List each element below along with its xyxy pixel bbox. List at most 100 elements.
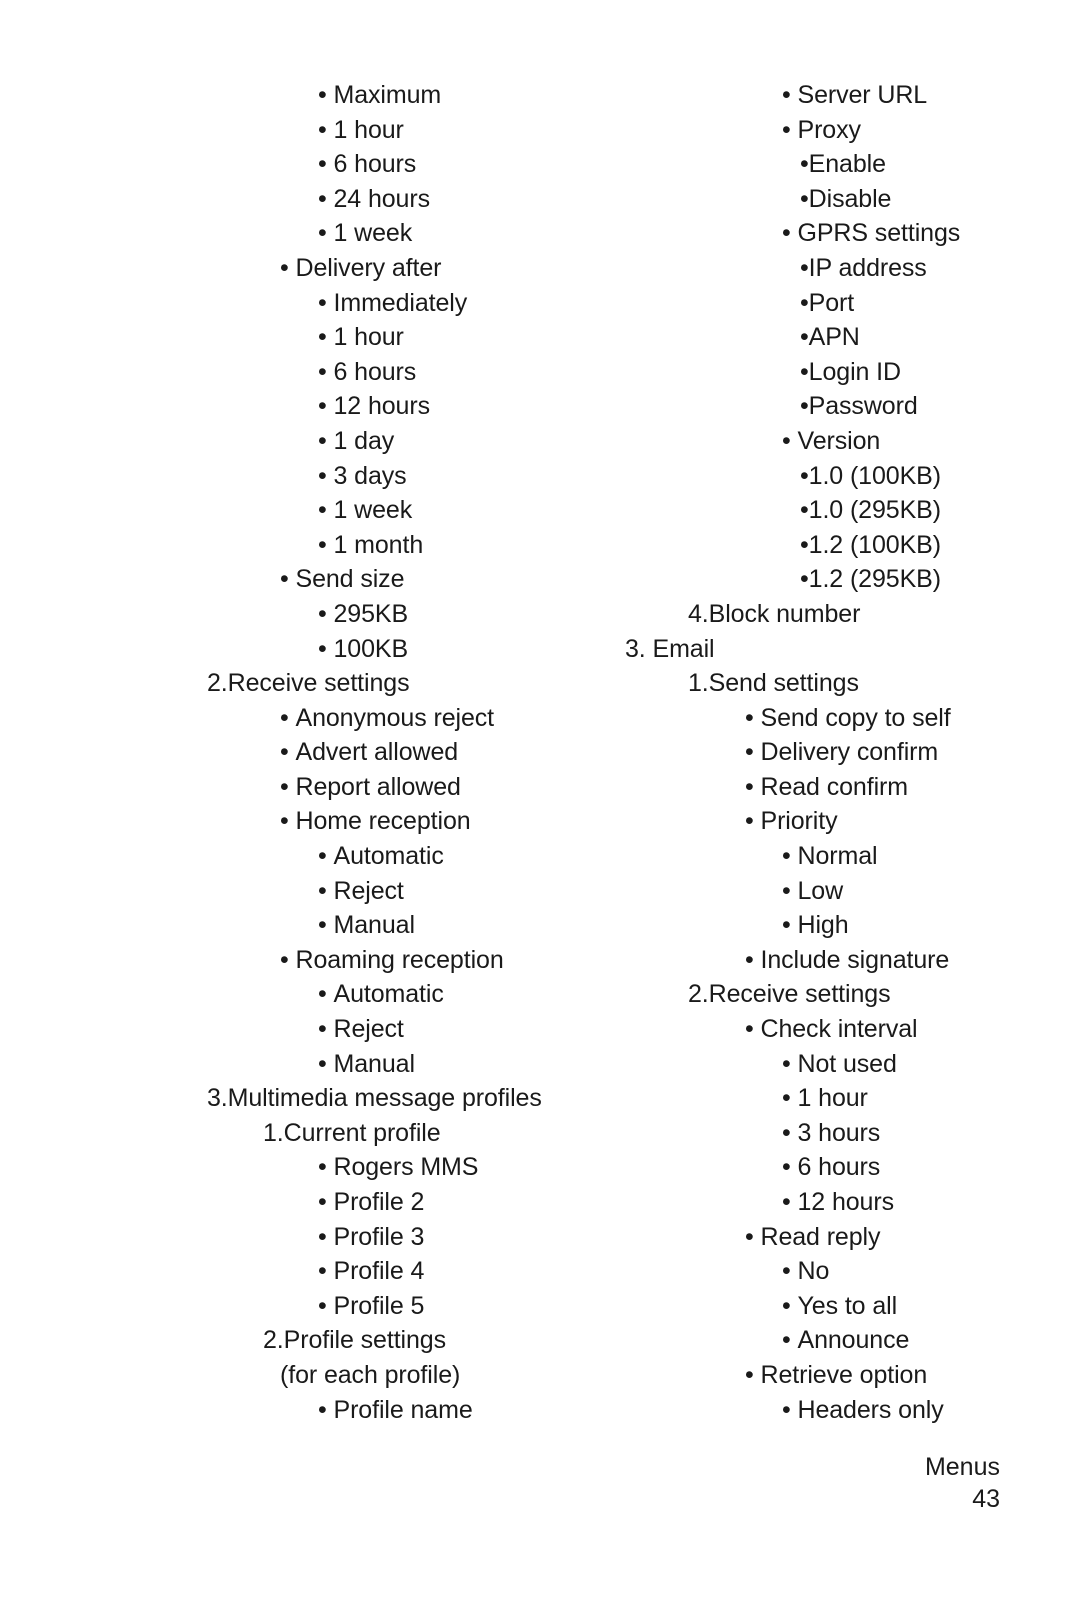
outline-item-label: Login ID [808, 357, 901, 386]
outline-item: 1 hour [600, 1081, 1020, 1116]
outline-item: 2.Receive settings [185, 666, 585, 701]
outline-item-label: Advert allowed [295, 738, 459, 767]
outline-item: Retrieve option [600, 1358, 1020, 1393]
outline-item: 1 hour [185, 320, 585, 355]
outline-item-label: 2.Receive settings [688, 980, 891, 1009]
outline-item-label: High [797, 911, 849, 940]
footer-page-number: 43 [972, 1485, 1000, 1513]
outline-item-label: 1.0 (100KB) [808, 461, 941, 490]
outline-item-label: 2.Profile settings [263, 1326, 447, 1355]
outline-item-label: 100KB [333, 634, 409, 663]
outline-item-label: 3.Multimedia message profiles [207, 1084, 542, 1113]
outline-item-label: Maximum [333, 81, 442, 109]
outline-item: 1 day [185, 424, 585, 459]
outline-item-label: Reject [333, 876, 404, 905]
outline-item: Server URL [600, 78, 1020, 113]
outline-item-label: 1.Current profile [263, 1118, 441, 1147]
outline-item: Profile 2 [185, 1185, 585, 1220]
outline-item-label: 3 days [333, 461, 407, 490]
outline-item: (for each profile) [185, 1358, 585, 1393]
outline-item-label: 6 hours [797, 1153, 881, 1182]
outline-item-label: GPRS settings [797, 219, 961, 248]
outline-item-label: 3. Email [625, 634, 715, 663]
outline-item-label: Read confirm [760, 772, 909, 801]
outline-item-label: Headers only [797, 1395, 944, 1424]
outline-item-label: Low [797, 876, 844, 905]
outline-item: 1 week [185, 493, 585, 528]
outline-item: Manual [185, 908, 585, 943]
outline-item: Password [600, 389, 1020, 424]
outline-item: Send copy to self [600, 701, 1020, 736]
outline-item-label: Report allowed [295, 772, 461, 801]
outline-item-label: IP address [808, 253, 927, 282]
outline-item-label: Manual [333, 1049, 416, 1078]
outline-item-label: 1.2 (295KB) [808, 565, 941, 594]
outline-left-column: Maximum 1 hour 6 hours 24 hours 1 week Delive… [185, 78, 585, 1427]
outline-item: GPRS settings [600, 216, 1020, 251]
outline-item: Profile name [185, 1393, 585, 1428]
outline-item: 6 hours [600, 1150, 1020, 1185]
outline-item: Proxy [600, 113, 1020, 148]
outline-item-label: 12 hours [333, 392, 431, 421]
outline-item: 1.0 (100KB) [600, 459, 1020, 494]
outline-item: 6 hours [185, 147, 585, 182]
outline-item: Profile 4 [185, 1254, 585, 1289]
outline-item: Advert allowed [185, 735, 585, 770]
outline-item: 3.Multimedia message profiles [185, 1081, 585, 1116]
outline-item-label: Disable [808, 184, 892, 213]
outline-item: Read confirm [600, 770, 1020, 805]
outline-item: 1.0 (295KB) [600, 493, 1020, 528]
outline-item-label: 1 week [333, 219, 413, 248]
outline-item-label: Home reception [295, 807, 471, 836]
outline-item: Reject [185, 874, 585, 909]
outline-item-label: 2.Receive settings [207, 669, 410, 698]
outline-item: Profile 3 [185, 1220, 585, 1255]
outline-item: Headers only [600, 1393, 1020, 1428]
outline-item-label: No [797, 1257, 830, 1286]
outline-item: Yes to all [600, 1289, 1020, 1324]
outline-item: 4.Block number [600, 597, 1020, 632]
outline-item: No [600, 1254, 1020, 1289]
outline-item-label: Send size [295, 565, 405, 594]
outline-item-label: Send copy to self [760, 703, 951, 732]
outline-item: Report allowed [185, 770, 585, 805]
outline-item-label: 1.Send settings [688, 669, 859, 698]
outline-item-label: Version [797, 426, 881, 455]
outline-right-column: Server URL Proxy Enable Disable GPRS setting… [600, 78, 1020, 1427]
outline-item-label: 12 hours [797, 1188, 895, 1216]
outline-item-label: Proxy [797, 115, 862, 144]
outline-item-label: 3 hours [797, 1118, 881, 1147]
outline-item: 1 month [185, 528, 585, 563]
outline-item: 24 hours [185, 182, 585, 217]
outline-item: Delivery after [185, 251, 585, 286]
outline-item-label: Delivery confirm [760, 738, 939, 767]
outline-item-label: Not used [797, 1049, 897, 1078]
outline-item: 6 hours [185, 355, 585, 390]
outline-item-label: 6 hours [333, 150, 417, 179]
outline-item: 12 hours [185, 389, 585, 424]
outline-item-label: Immediately [333, 288, 468, 317]
outline-item: Profile 5 [185, 1289, 585, 1324]
outline-item-label: Anonymous reject [295, 703, 495, 732]
outline-item: Login ID [600, 355, 1020, 390]
outline-item-label: 1 hour [797, 1084, 868, 1113]
outline-item-label: 295KB [333, 599, 409, 628]
outline-item: Maximum [185, 78, 585, 113]
outline-item-label: Include signature [760, 945, 950, 974]
outline-item-label: Manual [333, 911, 416, 940]
outline-item: 1.2 (295KB) [600, 562, 1020, 597]
outline-item: Home reception [185, 804, 585, 839]
outline-item: Automatic [185, 839, 585, 874]
outline-item: 2.Receive settings [600, 977, 1020, 1012]
outline-item-label: Announce [797, 1326, 910, 1355]
manual-page: Maximum 1 hour 6 hours 24 hours 1 week Delive… [0, 0, 1080, 1620]
outline-item: Roaming reception [185, 943, 585, 978]
outline-item: Delivery confirm [600, 735, 1020, 770]
outline-item: Low [600, 874, 1020, 909]
outline-item-label: Profile 5 [333, 1291, 425, 1320]
outline-item: APN [600, 320, 1020, 355]
outline-item-label: Port [808, 288, 855, 317]
outline-item-label: 1 week [333, 496, 413, 525]
outline-item-label: 1.0 (295KB) [808, 496, 941, 525]
outline-item: Enable [600, 147, 1020, 182]
